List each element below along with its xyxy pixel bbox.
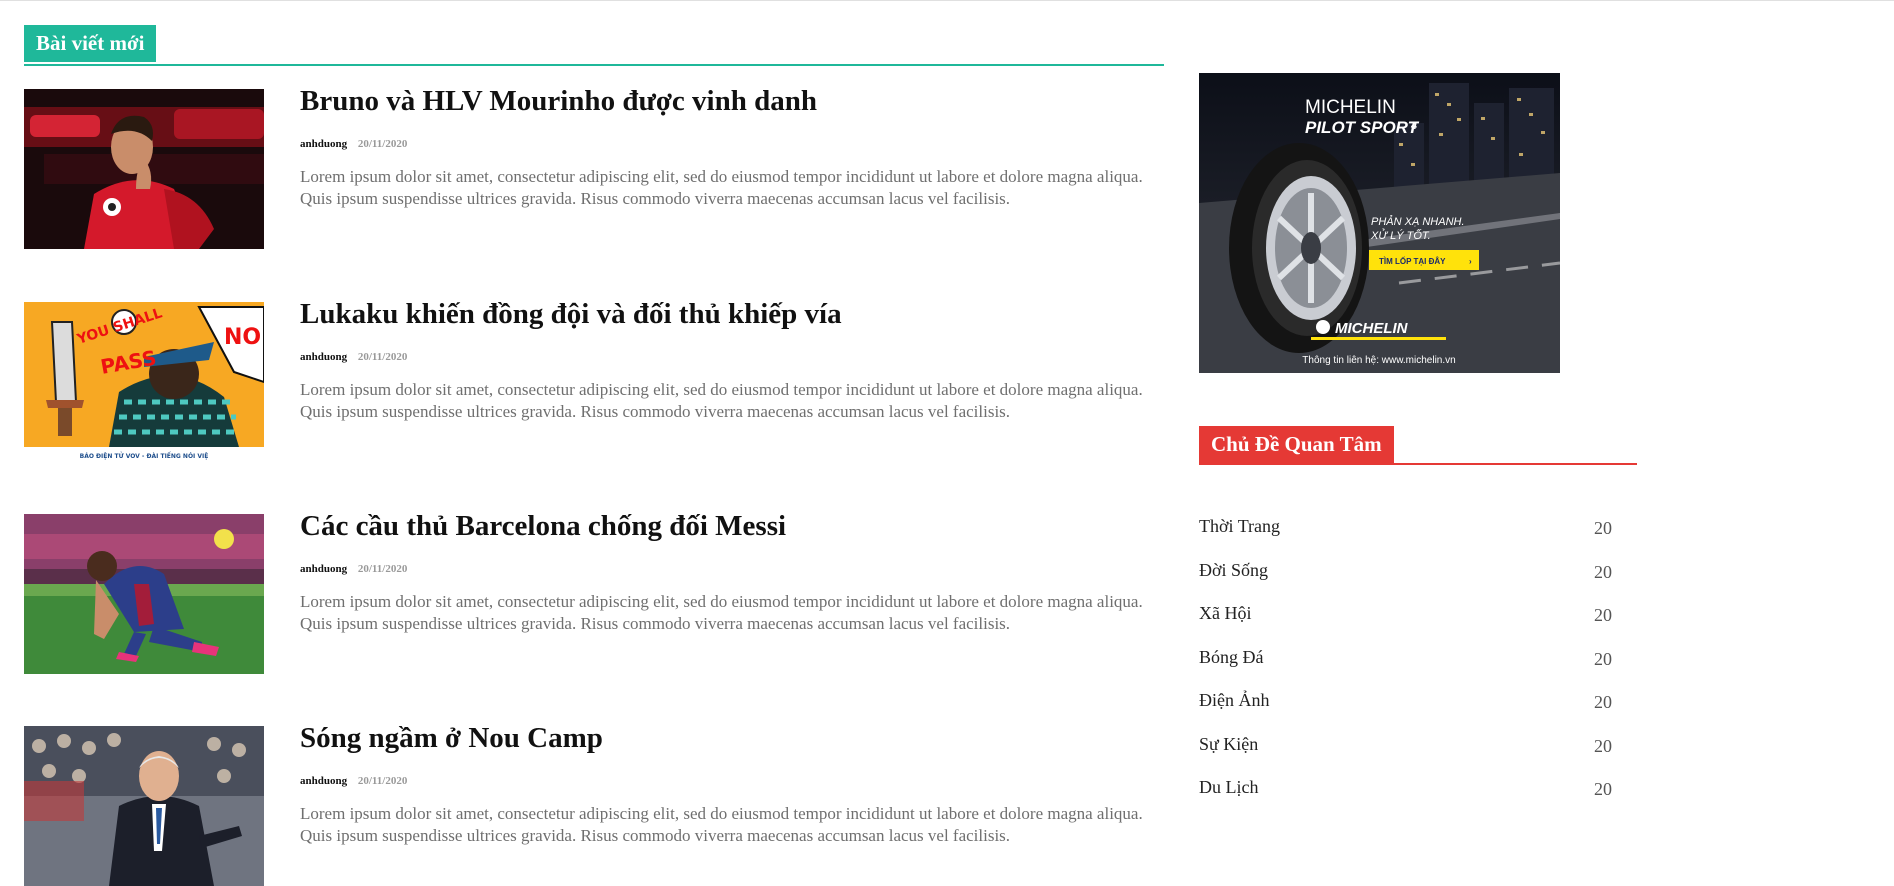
svg-text:XỬ LÝ TỐT.: XỬ LÝ TỐT. — [1370, 229, 1431, 242]
topic-item[interactable]: Thời Trang 20 — [1199, 516, 1619, 542]
post-author[interactable]: anhduong — [300, 351, 347, 363]
svg-text:MICHELIN: MICHELIN — [1305, 97, 1396, 118]
topic-item[interactable]: Xã Hội 20 — [1199, 603, 1619, 629]
post-date: 20/11/2020 — [357, 138, 408, 150]
topic-count: 20 — [1594, 518, 1612, 538]
topic-name[interactable]: Xã Hội — [1199, 603, 1252, 624]
post-item: Sóng ngầm ở Nou Camp anhduong 20/11/2020… — [24, 722, 1164, 886]
topic-item[interactable]: Bóng Đá 20 — [1199, 647, 1619, 673]
topic-name[interactable]: Điện Ảnh — [1199, 690, 1270, 711]
topic-count: 20 — [1594, 605, 1612, 625]
topic-item[interactable]: Sự Kiện 20 — [1199, 734, 1619, 760]
section-title: Bài viết mới — [24, 25, 157, 62]
topic-item[interactable]: Điện Ảnh 20 — [1199, 690, 1619, 716]
topics-widget-title: Chủ Đề Quan Tâm — [1199, 426, 1394, 463]
post-title[interactable]: Bruno và HLV Mourinho được vinh danh — [300, 85, 817, 118]
post-item: Các cầu thủ Barcelona chống đối Messi an… — [24, 510, 1164, 674]
topic-count: 20 — [1594, 779, 1612, 799]
post-meta: anhduong 20/11/2020 — [300, 351, 407, 363]
post-thumbnail[interactable] — [24, 514, 264, 674]
svg-text:BÁO ĐIỆN TỬ VOV - ĐÀI TIẾNG NÓ: BÁO ĐIỆN TỬ VOV - ĐÀI TIẾNG NÓI VIỆ — [80, 452, 209, 460]
post-thumbnail[interactable] — [24, 726, 264, 886]
top-divider — [0, 0, 1894, 1]
post-excerpt: Lorem ipsum dolor sit amet, consectetur … — [300, 592, 1143, 633]
post-excerpt: Lorem ipsum dolor sit amet, consectetur … — [300, 167, 1143, 208]
post-title[interactable]: Các cầu thủ Barcelona chống đối Messi — [300, 510, 786, 543]
post-meta: anhduong 20/11/2020 — [300, 775, 407, 787]
post-date: 20/11/2020 — [357, 351, 408, 363]
topics-widget-header: Chủ Đề Quan Tâm — [1199, 426, 1637, 465]
topic-count: 20 — [1594, 692, 1612, 712]
post-author[interactable]: anhduong — [300, 138, 347, 150]
post-meta: anhduong 20/11/2020 — [300, 138, 407, 150]
post-thumbnail[interactable]: NO YOU SHALL PASS BÁO ĐIỆN TỬ VOV - ĐÀI … — [24, 302, 264, 462]
topic-name[interactable]: Bóng Đá — [1199, 647, 1264, 668]
post-excerpt: Lorem ipsum dolor sit amet, consectetur … — [300, 380, 1143, 421]
post-excerpt: Lorem ipsum dolor sit amet, consectetur … — [300, 804, 1143, 845]
topic-item[interactable]: Du Lịch 20 — [1199, 777, 1619, 803]
section-header: Bài viết mới — [24, 25, 1164, 66]
post-item: NO YOU SHALL PASS BÁO ĐIỆN TỬ VOV - ĐÀI … — [24, 298, 1164, 462]
topic-name[interactable]: Sự Kiện — [1199, 734, 1258, 755]
post-title[interactable]: Lukaku khiến đồng đội và đối thủ khiếp v… — [300, 298, 842, 331]
topic-count: 20 — [1594, 736, 1612, 756]
post-author[interactable]: anhduong — [300, 775, 347, 787]
topic-item[interactable]: Đời Sống 20 — [1199, 560, 1619, 586]
post-item: Bruno và HLV Mourinho được vinh danh anh… — [24, 85, 1164, 249]
topic-name[interactable]: Du Lịch — [1199, 777, 1258, 798]
post-date: 20/11/2020 — [357, 775, 408, 787]
svg-text:NO: NO — [224, 325, 261, 350]
topic-name[interactable]: Thời Trang — [1199, 516, 1280, 537]
svg-text:TÌM LỐP TẠI ĐÂY: TÌM LỐP TẠI ĐÂY — [1379, 256, 1446, 266]
michelin-ad-banner[interactable]: MICHELIN PILOT SPORT 4 PHẢN XẠ NHANH. XỬ… — [1199, 73, 1560, 373]
post-thumbnail[interactable] — [24, 89, 264, 249]
topic-count: 20 — [1594, 562, 1612, 582]
topic-count: 20 — [1594, 649, 1612, 669]
svg-text:PHẢN XẠ NHANH.: PHẢN XẠ NHANH. — [1371, 215, 1465, 228]
post-title[interactable]: Sóng ngầm ở Nou Camp — [300, 722, 603, 755]
svg-text:›: › — [1469, 257, 1472, 266]
topic-name[interactable]: Đời Sống — [1199, 560, 1268, 581]
svg-text:MICHELIN: MICHELIN — [1335, 320, 1409, 337]
post-author[interactable]: anhduong — [300, 563, 347, 575]
svg-text:Thông tin liên hệ: www.micheli: Thông tin liên hệ: www.michelin.vn — [1302, 355, 1455, 366]
svg-text:4: 4 — [1410, 120, 1417, 132]
post-meta: anhduong 20/11/2020 — [300, 563, 407, 575]
svg-text:PILOT SPORT: PILOT SPORT — [1305, 118, 1420, 137]
post-date: 20/11/2020 — [357, 563, 408, 575]
